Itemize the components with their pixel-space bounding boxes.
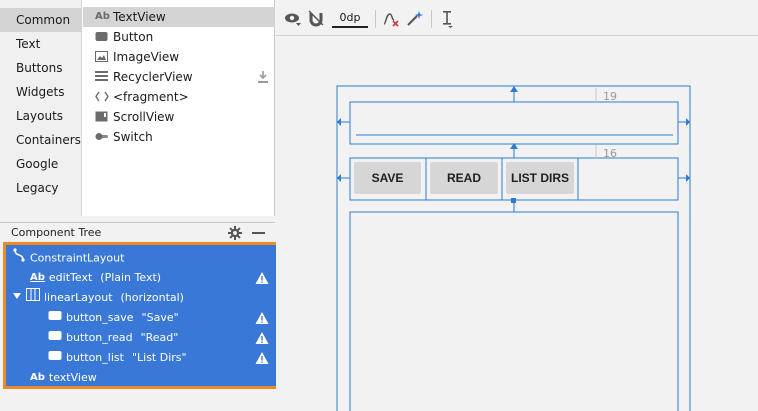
- blueprint-canvas: [336, 85, 691, 411]
- component-tree-header: Component Tree: [0, 222, 275, 242]
- widget-label: ScrollView: [113, 110, 175, 124]
- widget-textview[interactable]: Ab TextView: [83, 7, 275, 27]
- textview-outline: [349, 211, 679, 411]
- tree-node-linearlayout[interactable]: linearLayout (horizontal): [12, 288, 184, 308]
- widget-recyclerview[interactable]: RecyclerView: [83, 67, 275, 87]
- textview-icon: Ab: [30, 372, 45, 383]
- tree-node-textview[interactable]: Ab textView: [30, 368, 97, 388]
- constraint-arrow: [510, 86, 518, 92]
- tree-node-button-read[interactable]: button_read "Read": [48, 328, 178, 348]
- warning-icon[interactable]: [255, 331, 269, 345]
- linear-layout-icon: [26, 288, 40, 308]
- widget-switch[interactable]: Switch: [83, 127, 275, 147]
- widget-fragment[interactable]: <fragment>: [83, 87, 275, 107]
- textview-icon: Ab: [95, 11, 110, 22]
- warning-icon[interactable]: [255, 271, 269, 285]
- widget-label: ImageView: [113, 50, 180, 64]
- recyclerview-icon: [95, 71, 109, 83]
- node-detail: "List Dirs": [131, 351, 187, 364]
- tree-node-constraintlayout[interactable]: ConstraintLayout: [12, 248, 124, 268]
- edittext-outline: [349, 101, 679, 145]
- button-icon: [48, 328, 62, 348]
- node-detail: (Plain Text): [100, 271, 162, 284]
- component-tree-title: Component Tree: [11, 226, 102, 239]
- constraint-layout-icon: [12, 248, 26, 269]
- expand-arrow-icon[interactable]: [12, 288, 22, 308]
- category-text[interactable]: Text: [0, 32, 82, 56]
- category-legacy[interactable]: Legacy: [0, 176, 82, 200]
- constraint-arrow: [686, 174, 690, 182]
- widget-label: TextView: [113, 10, 166, 24]
- button-icon: [95, 31, 109, 43]
- widget-scrollview[interactable]: ScrollView: [83, 107, 275, 127]
- constraint-arrow: [337, 174, 341, 182]
- tree-node-edittext[interactable]: Ab editText (Plain Text): [30, 268, 161, 288]
- category-layouts[interactable]: Layouts: [0, 104, 82, 128]
- node-name: button_save: [66, 311, 134, 324]
- canvas-read-button[interactable]: READ: [430, 162, 498, 194]
- tree-node-button-save[interactable]: button_save "Save": [48, 308, 179, 328]
- widget-label: Switch: [113, 130, 153, 144]
- palette-category-list: Common Text Buttons Widgets Layouts Cont…: [0, 0, 82, 216]
- category-buttons[interactable]: Buttons: [0, 56, 82, 80]
- palette-widget-list: Ab TextView Button ImageView RecyclerVie…: [83, 0, 275, 216]
- margin-label: 16: [603, 147, 617, 160]
- category-google[interactable]: Google: [0, 152, 82, 176]
- node-name: textView: [48, 371, 97, 384]
- widget-label: Button: [113, 30, 154, 44]
- warning-icon[interactable]: [255, 311, 269, 325]
- node-name: linearLayout: [44, 291, 113, 304]
- scrollview-icon: [95, 111, 109, 123]
- category-common[interactable]: Common: [0, 8, 82, 32]
- constraint-anchor: [511, 198, 516, 203]
- switch-icon: [95, 131, 109, 143]
- widget-imageview[interactable]: ImageView: [83, 47, 275, 67]
- widget-label: RecyclerView: [113, 70, 193, 84]
- design-surface: 0dp 19 16 SAVE READ LIST DIRS: [276, 0, 758, 411]
- constraint-arrow: [686, 118, 690, 126]
- category-containers[interactable]: Containers: [0, 128, 82, 152]
- fragment-icon: [95, 91, 109, 103]
- widget-button[interactable]: Button: [83, 27, 275, 47]
- node-detail: "Save": [141, 311, 179, 324]
- node-name: ConstraintLayout: [30, 251, 125, 265]
- margin-label: 19: [603, 90, 617, 103]
- widget-label: <fragment>: [113, 90, 189, 104]
- download-icon[interactable]: [257, 70, 269, 84]
- minimize-icon[interactable]: [252, 232, 265, 234]
- button-icon: [48, 348, 62, 368]
- node-name: editText: [48, 271, 93, 284]
- button-icon: [48, 308, 62, 328]
- warning-icon[interactable]: [255, 351, 269, 365]
- node-name: button_list: [66, 351, 124, 364]
- node-detail: "Read": [140, 331, 179, 344]
- imageview-icon: [95, 51, 109, 63]
- canvas-list-dirs-button[interactable]: LIST DIRS: [506, 162, 574, 194]
- edittext-icon: Ab: [30, 272, 45, 283]
- node-name: button_read: [66, 331, 133, 344]
- category-widgets[interactable]: Widgets: [0, 80, 82, 104]
- gear-icon[interactable]: [228, 226, 242, 240]
- component-tree: ConstraintLayout Ab editText (Plain Text) …: [3, 242, 280, 389]
- palette-panel: Common Text Buttons Widgets Layouts Cont…: [0, 0, 275, 216]
- tree-node-button-list[interactable]: button_list "List Dirs": [48, 348, 187, 368]
- constraint-arrow: [337, 118, 341, 126]
- node-detail: (horizontal): [120, 291, 184, 304]
- canvas-save-button[interactable]: SAVE: [354, 162, 421, 194]
